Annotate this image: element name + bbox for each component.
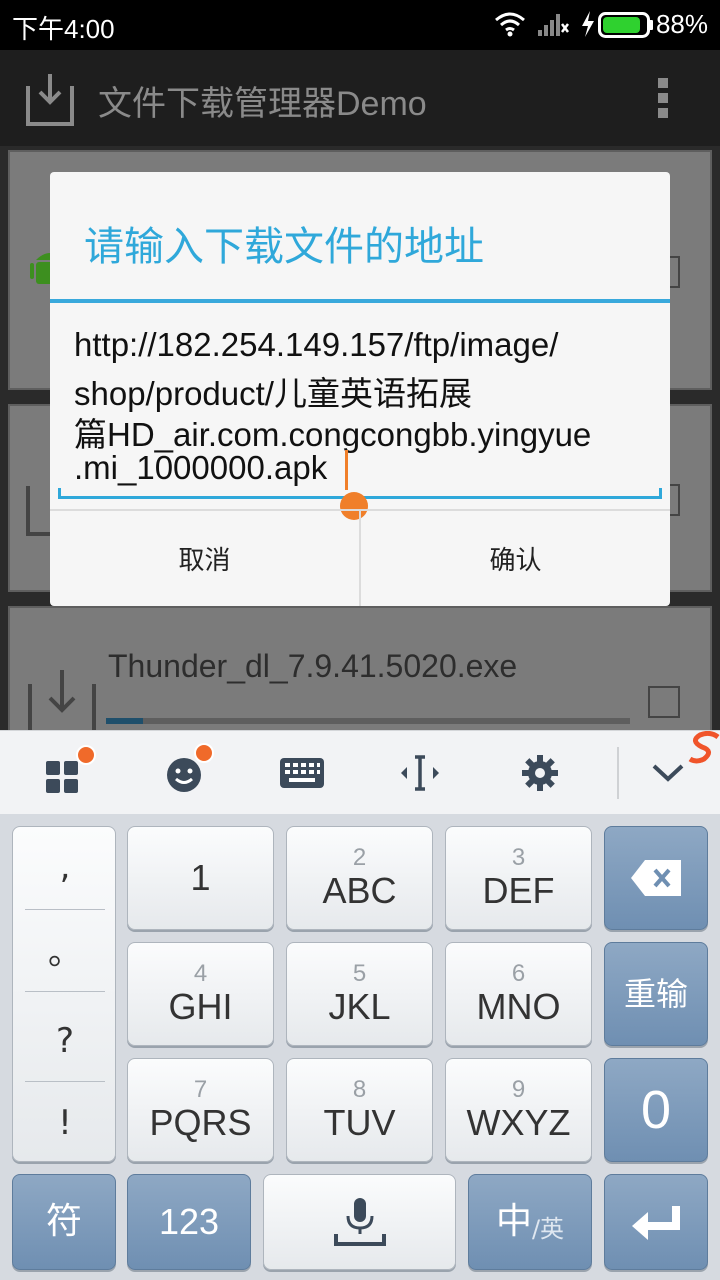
key-label: 重输	[623, 975, 688, 1013]
key-label: DEF	[482, 870, 555, 911]
language-switch-key[interactable]: 中 /英	[468, 1174, 592, 1270]
dialog-title-divider	[50, 299, 670, 303]
charging-icon	[582, 11, 594, 37]
key-6-mno[interactable]: 6 MNO	[445, 942, 592, 1046]
item-filename: Thunder_dl_7.9.41.5020.exe	[108, 648, 518, 684]
backspace-key[interactable]	[604, 826, 708, 930]
punct-divider	[25, 991, 105, 992]
item-progress-bar	[106, 718, 630, 724]
key-7-pqrs[interactable]: 7 PQRS	[127, 1058, 274, 1162]
screen: 下午4:00 88% 文件下载管理器Demo Thunder_dl_7.9.41…	[0, 0, 720, 1280]
overflow-menu-icon[interactable]	[656, 76, 670, 120]
download-icon	[26, 74, 74, 126]
key-5-jkl[interactable]: 5 JKL	[286, 942, 433, 1046]
dialog-title: 请输入下载文件的地址	[84, 224, 484, 270]
signal-icon	[538, 14, 569, 36]
key-sub-label: /英	[531, 1214, 565, 1243]
keyboard-toolbar	[0, 730, 720, 814]
cursor-move-icon	[401, 755, 439, 791]
enter-icon	[632, 1206, 680, 1240]
key-sub-label: 3	[511, 844, 526, 871]
key-label: JKL	[328, 986, 391, 1027]
reinput-key[interactable]: 重输	[604, 942, 708, 1046]
key-1[interactable]: 1	[127, 826, 274, 930]
item-progress-fill	[106, 718, 143, 724]
text-cursor	[345, 450, 348, 490]
battery-percent: 88%	[655, 9, 708, 39]
punct-period-key[interactable]: 。	[13, 909, 117, 989]
punct-comma-key[interactable]: ,	[13, 827, 117, 907]
key-label: 符	[45, 1201, 82, 1242]
key-label: ABC	[322, 870, 397, 911]
status-bar: 下午4:00 88%	[0, 0, 720, 50]
keyboard-switch-button[interactable]	[262, 731, 342, 815]
key-label: PQRS	[149, 1102, 252, 1143]
key-label: TUV	[323, 1102, 396, 1143]
key-sub-label: 5	[352, 960, 367, 987]
confirm-button[interactable]: 确认	[361, 511, 670, 606]
voice-space-key[interactable]	[263, 1174, 456, 1270]
collapse-chevron-icon	[652, 764, 684, 782]
key-label: 中	[495, 1201, 532, 1242]
key-sub-label: 7	[193, 1076, 208, 1103]
key-label: MNO	[476, 986, 561, 1027]
key-sub-label: 8	[352, 1076, 367, 1103]
key-sub-label: 9	[511, 1076, 526, 1103]
url-dialog: 请输入下载文件的地址 http://182.254.149.157/ftp/im…	[50, 172, 670, 606]
toolbar-divider	[617, 747, 619, 799]
notification-badge	[76, 745, 96, 765]
symbol-key[interactable]: 符	[12, 1174, 116, 1270]
key-sub-label: 2	[352, 844, 367, 871]
keyboard-icon	[280, 758, 324, 788]
punct-divider	[25, 1081, 105, 1082]
punct-exclaim-key[interactable]: !	[13, 1083, 117, 1163]
cancel-button[interactable]: 取消	[50, 511, 359, 606]
numeric-key[interactable]: 123	[127, 1174, 251, 1270]
key-2-abc[interactable]: 2 ABC	[286, 826, 433, 930]
download-icon	[28, 670, 96, 736]
microphone-icon	[333, 1198, 386, 1246]
list-item[interactable]: Thunder_dl_7.9.41.5020.exe	[8, 606, 712, 746]
punct-question-key[interactable]: ?	[13, 1001, 117, 1081]
battery-icon	[598, 12, 653, 38]
key-8-tuv[interactable]: 8 TUV	[286, 1058, 433, 1162]
backspace-icon	[631, 860, 681, 896]
url-text-line: .mi_1000000.apk	[74, 449, 328, 486]
settings-button[interactable]	[500, 731, 580, 815]
cursor-move-button[interactable]	[380, 731, 460, 815]
wifi-icon	[495, 12, 525, 37]
key-3-def[interactable]: 3 DEF	[445, 826, 592, 930]
key-4-ghi[interactable]: 4 GHI	[127, 942, 274, 1046]
enter-key[interactable]	[604, 1174, 708, 1270]
key-sub-label: 6	[511, 960, 526, 987]
key-9-wxyz[interactable]: 9 WXYZ	[445, 1058, 592, 1162]
notification-badge	[194, 743, 214, 763]
key-label: 1	[190, 857, 211, 898]
key-label: 123	[158, 1201, 220, 1242]
apps-grid-button[interactable]	[24, 731, 104, 815]
emoji-button[interactable]	[144, 731, 224, 815]
status-time: 下午4:00	[12, 14, 115, 44]
url-input[interactable]: http://182.254.149.157/ftp/image/ shop/p…	[58, 320, 662, 520]
app-title: 文件下载管理器Demo	[98, 85, 427, 123]
ime-logo-icon	[688, 731, 720, 764]
keyboard: , 。 ? ! 1 2 ABC 3 DEF 4 GHI 5 JKL 6 MNO …	[0, 814, 720, 1280]
key-0[interactable]: 0	[604, 1058, 708, 1162]
item-checkbox[interactable]	[648, 686, 680, 718]
key-label: GHI	[168, 986, 233, 1027]
key-label: WXYZ	[466, 1102, 571, 1143]
url-text-line: http://182.254.149.157/ftp/image/	[74, 326, 559, 363]
app-bar: 文件下载管理器Demo	[0, 50, 720, 146]
key-label: 0	[640, 1080, 672, 1140]
key-sub-label: 4	[193, 960, 208, 987]
punctuation-panel[interactable]: , 。 ? !	[12, 826, 116, 1162]
settings-gear-icon	[522, 755, 558, 791]
